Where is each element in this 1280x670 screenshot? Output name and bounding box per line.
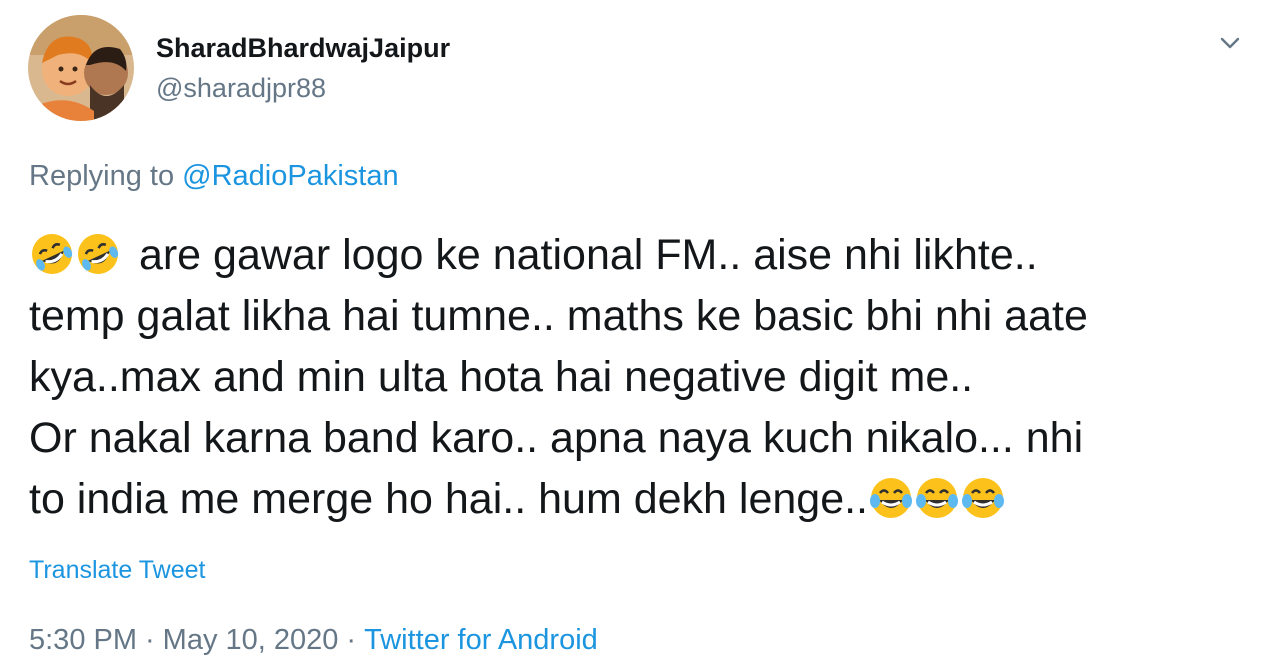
- rolling-on-floor-laughing-icon: [29, 231, 75, 277]
- avatar-photo: [28, 15, 134, 121]
- translate-tweet-link[interactable]: Translate Tweet: [29, 556, 205, 585]
- face-with-tears-of-joy-icon: [914, 475, 960, 521]
- tweet-text-line: Or nakal karna band karo.. apna naya kuc…: [29, 414, 1084, 462]
- user-handle[interactable]: @sharadjpr88: [156, 69, 450, 107]
- avatar[interactable]: [28, 15, 134, 121]
- separator-dot: ·: [145, 624, 155, 656]
- tweet-card: SharadBhardwajJaipur @sharadjpr88 Replyi…: [0, 0, 1280, 670]
- tweet-text-line: are gawar logo ke national FM.. aise nhi…: [29, 225, 1259, 286]
- tweet-header: SharadBhardwajJaipur @sharadjpr88: [28, 15, 1268, 123]
- tweet-metadata: 5:30 PM · May 10, 2020 · Twitter for Android: [29, 624, 598, 657]
- display-name[interactable]: SharadBhardwajJaipur: [156, 31, 450, 65]
- tweet-text: are gawar logo ke national FM.. aise nhi…: [29, 225, 1259, 530]
- tweet-text-line: temp galat likha hai tumne.. maths ke ba…: [29, 292, 1088, 340]
- separator-dot: ·: [346, 624, 357, 656]
- tweet-text-line: kya..max and min ulta hota hai negative …: [29, 353, 974, 401]
- reply-context: Replying to @RadioPakistan: [29, 160, 399, 193]
- tweet-text-segment: to india me merge ho hai.. hum dekh leng…: [29, 475, 869, 523]
- tweet-text-segment: are gawar logo ke national FM.. aise nhi…: [138, 231, 1038, 279]
- face-with-tears-of-joy-icon: [960, 475, 1006, 521]
- reply-prefix: Replying to: [29, 160, 175, 192]
- author-names: SharadBhardwajJaipur @sharadjpr88: [156, 31, 450, 107]
- rolling-on-floor-laughing-icon: [75, 231, 121, 277]
- tweet-time[interactable]: 5:30 PM: [29, 624, 137, 656]
- tweet-date[interactable]: May 10, 2020: [163, 624, 339, 656]
- tweet-source-link[interactable]: Twitter for Android: [364, 624, 598, 656]
- chevron-down-icon[interactable]: [1216, 29, 1244, 57]
- face-with-tears-of-joy-icon: [868, 475, 914, 521]
- tweet-text-line: to india me merge ho hai.. hum dekh leng…: [29, 469, 1259, 530]
- reply-mention-link[interactable]: @RadioPakistan: [182, 160, 398, 192]
